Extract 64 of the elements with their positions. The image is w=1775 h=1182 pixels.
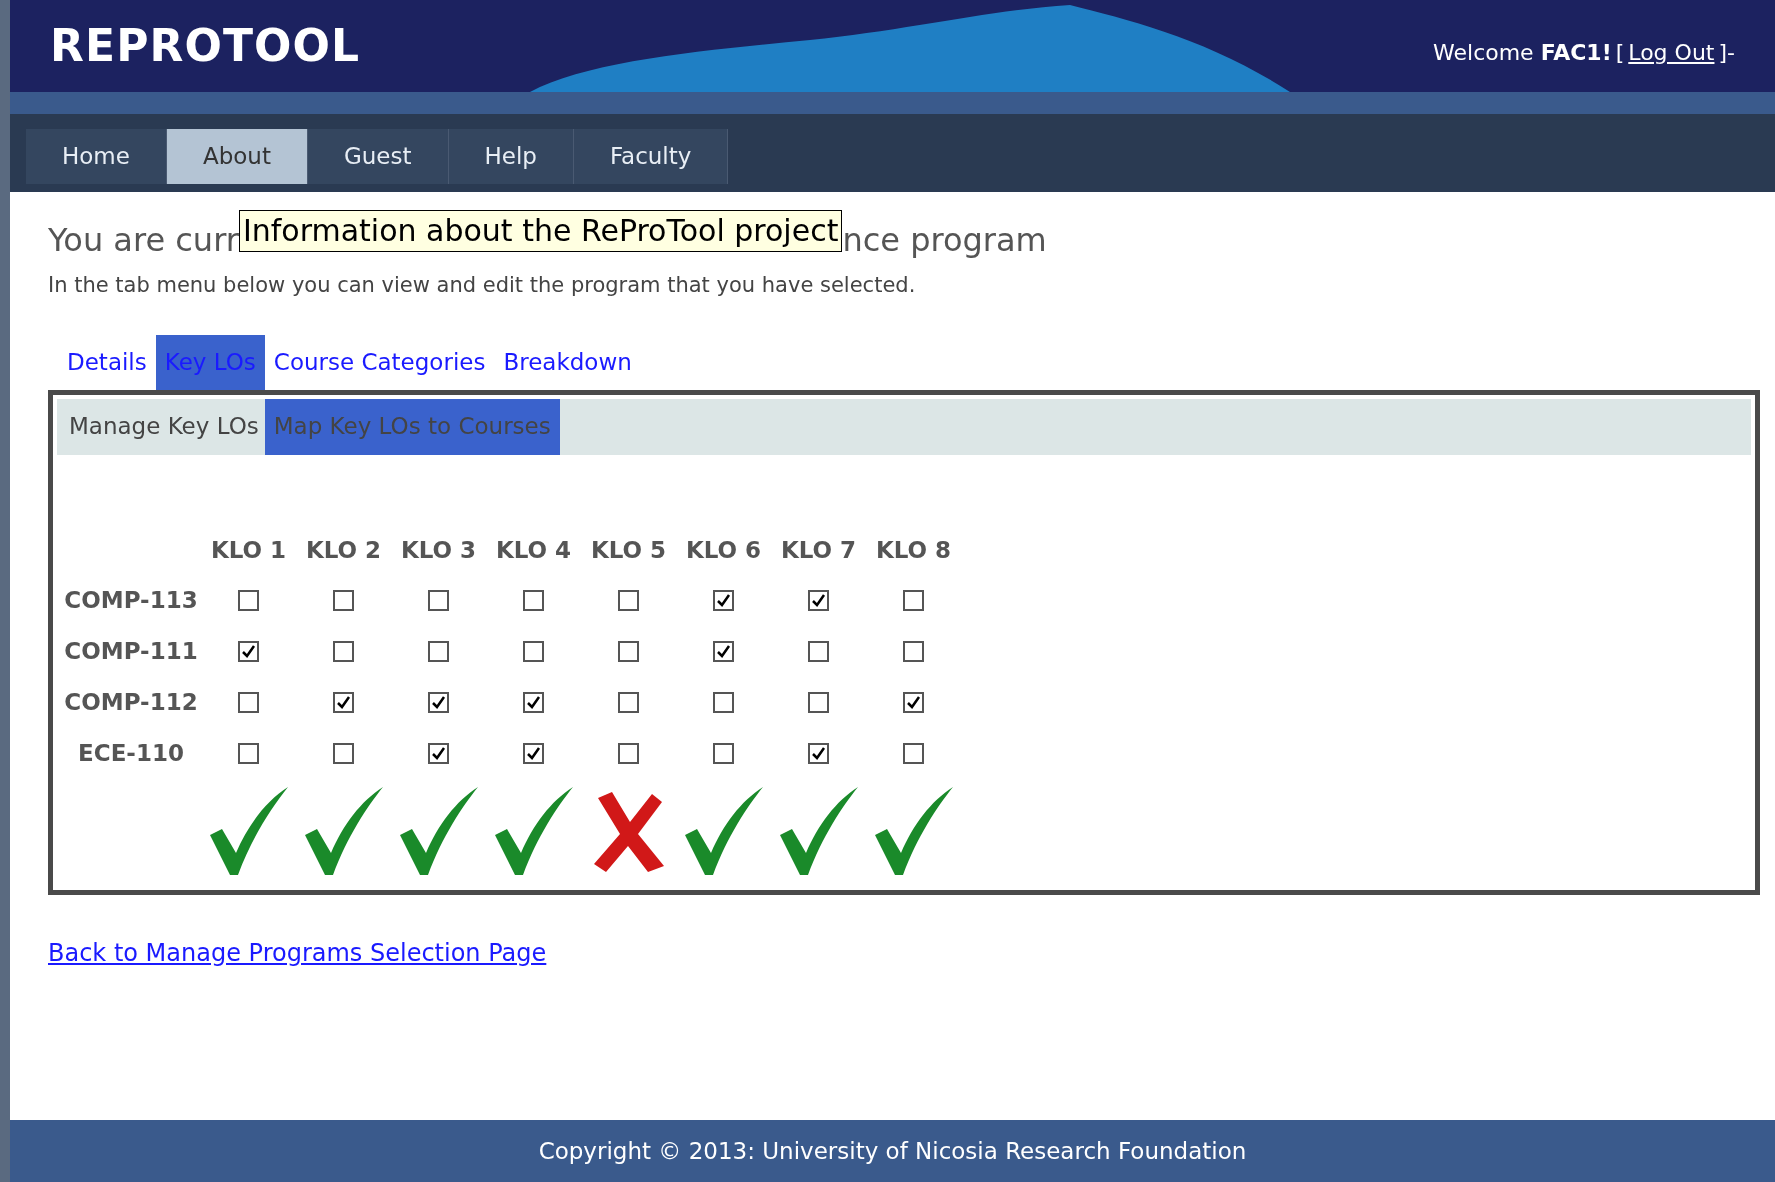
back-link[interactable]: Back to Manage Programs Selection Page: [48, 934, 547, 971]
checkbox[interactable]: [238, 640, 259, 662]
checkbox[interactable]: [428, 640, 449, 662]
row-header: COMP-113: [63, 585, 199, 615]
logo: REPROTOOL: [50, 19, 361, 73]
checkbox[interactable]: [428, 742, 449, 764]
row-header: COMP-111: [63, 636, 199, 666]
tab[interactable]: Course Categories: [264, 334, 495, 390]
column-header: KLO 7: [779, 535, 858, 565]
column-header: KLO 6: [684, 535, 763, 565]
subtab[interactable]: Manage Key LOs: [63, 398, 265, 455]
checkbox[interactable]: [808, 589, 829, 611]
checkbox[interactable]: [238, 589, 259, 611]
checkbox[interactable]: [713, 640, 734, 662]
checkbox[interactable]: [903, 742, 924, 764]
row-header: ECE-110: [77, 738, 185, 768]
checkbox[interactable]: [238, 691, 259, 713]
tooltip: Information about the ReProTool project: [238, 210, 843, 252]
checkbox[interactable]: [333, 640, 354, 662]
column-header: KLO 5: [589, 535, 668, 565]
column-header: KLO 1: [209, 535, 288, 565]
column-header: KLO 2: [304, 535, 383, 565]
welcome-text: Welcome FAC1!: [1433, 39, 1612, 67]
checkbox[interactable]: [713, 742, 734, 764]
nav-tab[interactable]: About: [166, 129, 308, 184]
checkbox[interactable]: [618, 691, 639, 713]
checkbox[interactable]: [618, 640, 639, 662]
log-out-link[interactable]: Log Out: [1628, 36, 1715, 69]
checkbox[interactable]: [333, 691, 354, 713]
checkbox[interactable]: [333, 589, 354, 611]
nav-tab[interactable]: Home: [26, 129, 167, 184]
checkbox[interactable]: [333, 742, 354, 764]
checkbox[interactable]: [903, 589, 924, 611]
checkbox[interactable]: [808, 742, 829, 764]
nav-tab[interactable]: Faculty: [573, 129, 729, 184]
checkbox[interactable]: [428, 589, 449, 611]
bracket-text: [: [1615, 39, 1625, 67]
intro-text: In the tab menu below you can view and edit the program that you have selected.: [48, 272, 917, 299]
checkbox[interactable]: [903, 640, 924, 662]
checkbox[interactable]: [618, 589, 639, 611]
checkbox[interactable]: [523, 742, 544, 764]
column-header: KLO 3: [399, 535, 478, 565]
checkbox[interactable]: [713, 691, 734, 713]
checkbox[interactable]: [238, 742, 259, 764]
checkbox[interactable]: [808, 640, 829, 662]
nav-tab[interactable]: Guest: [307, 129, 449, 184]
copyright-text: Copyright © 2013: University of Nicosia Research Foundation: [538, 1136, 1247, 1166]
checkbox[interactable]: [523, 691, 544, 713]
checkbox[interactable]: [618, 742, 639, 764]
heading-text: nce program: [842, 220, 1047, 261]
row-header: COMP-112: [63, 687, 199, 717]
checkbox[interactable]: [903, 691, 924, 713]
checkbox[interactable]: [523, 589, 544, 611]
column-header: KLO 4: [494, 535, 573, 565]
checkbox[interactable]: [523, 640, 544, 662]
nav-tab[interactable]: Help: [448, 129, 574, 184]
column-header: KLO 8: [874, 535, 953, 565]
checkbox[interactable]: [713, 589, 734, 611]
checkbox[interactable]: [808, 691, 829, 713]
bracket-text: ]-: [1718, 39, 1735, 67]
tab[interactable]: Details: [58, 334, 156, 390]
tab[interactable]: Breakdown: [494, 334, 641, 390]
checkbox[interactable]: [428, 691, 449, 713]
heading-text: You are curr: [48, 220, 239, 261]
